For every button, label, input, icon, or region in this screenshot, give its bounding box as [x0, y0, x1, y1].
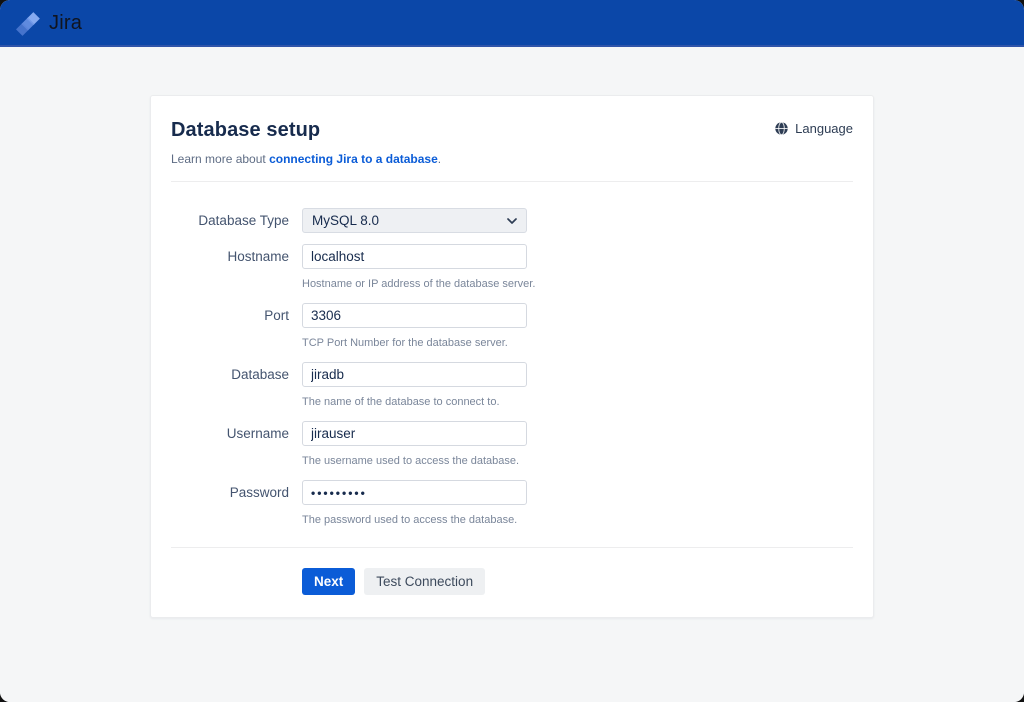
brand-name: Jira: [49, 12, 82, 35]
field-label-database: Database: [171, 362, 302, 409]
database-input[interactable]: [302, 362, 527, 387]
language-label: Language: [795, 121, 853, 136]
chevron-down-icon: [507, 218, 517, 224]
form-actions: Next Test Connection: [302, 568, 853, 595]
subtitle-text: Learn more about: [171, 152, 269, 166]
field-label-database-type: Database Type: [171, 208, 302, 233]
jira-logo-icon: [16, 11, 42, 37]
card-header: Database setup Learn more about connecti…: [171, 119, 853, 166]
database-help: The name of the database to connect to.: [302, 395, 527, 409]
form-row-database-type: Database Type MySQL 8.0: [171, 208, 853, 233]
hostname-help: Hostname or IP address of the database s…: [302, 277, 535, 291]
username-help: The username used to access the database…: [302, 454, 527, 468]
form-row-hostname: Hostname Hostname or IP address of the d…: [171, 244, 853, 291]
port-input[interactable]: [302, 303, 527, 328]
next-button[interactable]: Next: [302, 568, 355, 595]
database-type-select[interactable]: MySQL 8.0: [302, 208, 527, 233]
footer-divider: [171, 547, 853, 548]
page-title: Database setup: [171, 119, 441, 142]
subtitle-period: .: [438, 152, 441, 166]
title-block: Database setup Learn more about connecti…: [171, 119, 441, 166]
field-label-hostname: Hostname: [171, 244, 302, 291]
language-button[interactable]: Language: [774, 121, 853, 136]
form-row-password: Password The password used to access the…: [171, 480, 853, 527]
subtitle: Learn more about connecting Jira to a da…: [171, 152, 441, 166]
test-connection-button[interactable]: Test Connection: [364, 568, 485, 595]
field-label-password: Password: [171, 480, 302, 527]
hostname-input[interactable]: [302, 244, 527, 269]
app-header: Jira: [0, 0, 1024, 47]
database-type-value: MySQL 8.0: [312, 213, 379, 228]
page-body: Database setup Learn more about connecti…: [0, 47, 1024, 702]
username-input[interactable]: [302, 421, 527, 446]
database-form: Database Type MySQL 8.0 Hostname: [171, 208, 853, 527]
port-help: TCP Port Number for the database server.: [302, 336, 527, 350]
form-row-username: Username The username used to access the…: [171, 421, 853, 468]
form-row-database: Database The name of the database to con…: [171, 362, 853, 409]
header-divider: [171, 181, 853, 182]
globe-icon: [774, 121, 789, 136]
password-input[interactable]: [302, 480, 527, 505]
form-row-port: Port TCP Port Number for the database se…: [171, 303, 853, 350]
database-setup-card: Database setup Learn more about connecti…: [150, 95, 874, 618]
connecting-jira-link[interactable]: connecting Jira to a database: [269, 152, 438, 166]
password-help: The password used to access the database…: [302, 513, 527, 527]
jira-brand[interactable]: Jira: [16, 11, 82, 37]
field-label-port: Port: [171, 303, 302, 350]
browser-window: Jira Database setup Learn more about con…: [0, 0, 1024, 702]
field-label-username: Username: [171, 421, 302, 468]
